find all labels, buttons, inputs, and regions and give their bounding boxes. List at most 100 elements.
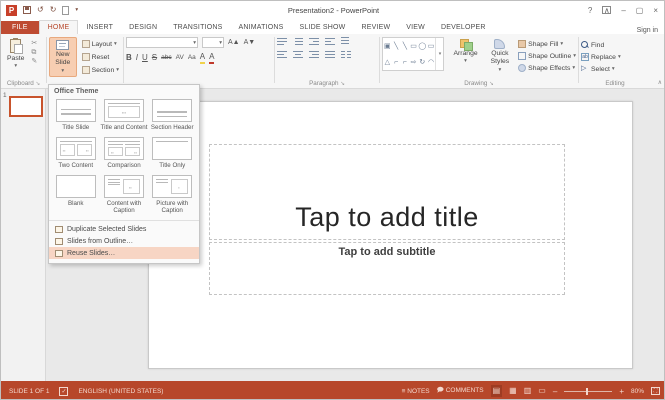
columns-icon[interactable] [341,50,351,58]
shrink-font-icon[interactable]: A▼ [244,38,256,48]
menu-item-slides-from-outline[interactable]: Slides from Outline… [49,235,199,247]
zoom-in-icon[interactable]: + [619,387,624,396]
menu-item-reuse-slides[interactable]: Reuse Slides… [49,247,199,259]
spell-check-icon[interactable]: ✓ [59,386,69,396]
font-name-combo[interactable]: ▾ [126,37,198,48]
title-placeholder[interactable]: Tap to add title [209,144,565,240]
collapse-ribbon-icon[interactable]: ∧ [658,79,662,86]
new-document-icon[interactable] [62,5,70,15]
tab-slide-show[interactable]: SLIDE SHOW [292,21,354,34]
strikethrough-button[interactable]: S [152,53,157,63]
new-slide-button[interactable]: New Slide ▾ [49,37,77,77]
sign-in-link[interactable]: Sign in [637,27,664,34]
bold-button[interactable]: B [126,53,132,63]
ribbon-display-options-icon[interactable]: ∧ [602,6,612,15]
increase-indent-icon[interactable] [325,37,335,45]
shape-block-arrow-icon[interactable]: ⇨ [411,58,417,66]
tab-file[interactable]: FILE [1,21,39,34]
tab-review[interactable]: REVIEW [353,21,398,34]
shape-elbow-connector-icon[interactable]: ⌐ [394,59,398,66]
copy-icon[interactable]: ⧉ [31,49,37,56]
underline-button[interactable]: U [142,53,148,63]
comments-button[interactable]: 🗩 COMMENTS [437,386,484,397]
shape-arc-icon[interactable]: ◠ [428,58,434,66]
font-size-combo[interactable]: ▾ [202,37,224,48]
slide-sorter-view-icon[interactable]: ▦ [509,386,517,396]
align-left-icon[interactable] [277,50,287,58]
customize-qat-icon[interactable]: ▾ [75,5,78,15]
justify-icon[interactable] [325,50,335,58]
shape-gallery-more-icon[interactable]: ▾ [435,38,443,70]
layout-two-content[interactable]: ▪▪ ▪▪ Two Content [52,135,100,173]
notes-button[interactable]: ≡ NOTES [402,388,430,395]
layout-blank[interactable]: Blank [52,173,100,219]
tab-view[interactable]: VIEW [398,21,433,34]
layout-content-with-caption[interactable]: ▪▪ Content with Caption [100,173,149,219]
restore-icon[interactable]: ▢ [636,6,644,15]
arrange-button[interactable]: Arrange ▾ [449,37,481,75]
tab-home[interactable]: HOME [38,20,79,34]
tab-transitions[interactable]: TRANSITIONS [165,21,230,34]
redo-icon[interactable]: ↻ [50,5,57,15]
slide-canvas[interactable]: Tap to add title Tap to add subtitle [148,101,633,369]
tab-insert[interactable]: INSERT [78,21,121,34]
fit-slide-to-window-icon[interactable]: ⛶ [651,387,660,395]
align-center-icon[interactable] [293,50,303,58]
shape-circular-arrow-icon[interactable]: ↻ [419,58,425,66]
subtitle-placeholder[interactable]: Tap to add subtitle [209,242,565,295]
find-button[interactable]: Find [581,40,649,50]
shape-effects-button[interactable]: Shape Effects ▾ [518,63,576,73]
select-button[interactable]: ▷ Select ▾ [581,64,649,74]
bullets-icon[interactable] [277,37,287,45]
cut-icon[interactable]: ✂ [31,40,37,47]
layout-title-only[interactable]: Title Only [148,135,196,173]
layout-picture-with-caption[interactable]: ▪ Picture with Caption [148,173,196,219]
save-icon[interactable] [23,6,31,14]
shape-arrow-icon[interactable]: ╲ [403,42,407,50]
drawing-dialog-launcher[interactable]: ↘ [489,81,494,87]
tab-animations[interactable]: ANIMATIONS [230,21,291,34]
quick-styles-button[interactable]: Quick Styles ▾ [487,37,514,75]
highlight-color-button[interactable]: A [199,52,206,64]
reading-view-icon[interactable]: ▥ [524,386,532,396]
character-spacing-button[interactable]: AV [176,53,184,63]
font-color-button[interactable]: A [209,52,215,64]
shape-rectangle-icon[interactable]: ▭ [410,42,417,50]
shape-fill-button[interactable]: Shape Fill ▾ [518,39,576,49]
italic-button[interactable]: I [136,53,138,63]
shape-curve-icon[interactable]: ⌐ [403,59,407,66]
slide-show-icon[interactable]: ▭ [538,386,546,396]
tab-design[interactable]: DESIGN [121,21,165,34]
layout-title-and-content[interactable]: ▪▪▪ Title and Content [100,97,149,135]
format-painter-icon[interactable]: ✎ [31,58,37,65]
line-spacing-icon[interactable] [341,37,351,45]
align-right-icon[interactable] [309,50,319,58]
layout-section-header[interactable]: Section Header [148,97,196,135]
shape-triangle-icon[interactable]: △ [385,58,390,66]
shape-oval-icon[interactable]: ◯ [418,42,426,50]
decrease-indent-icon[interactable] [309,37,319,45]
slide-thumbnail[interactable] [9,96,43,117]
replace-button[interactable]: ab Replace ▾ [581,52,649,62]
reset-button[interactable]: Reset [80,52,121,62]
clipboard-dialog-launcher[interactable]: ↘ [36,81,41,87]
help-icon[interactable]: ? [588,6,592,15]
grow-font-icon[interactable]: A▲ [228,38,240,48]
shape-gallery[interactable]: ▣ ╲ ╲ ▭ ◯ ▭ △ ⌐ ⌐ ⇨ ↻ ◠ ▾ [382,37,445,71]
language-indicator[interactable]: ENGLISH (UNITED STATES) [78,388,163,395]
close-icon[interactable]: × [653,6,658,15]
shape-textbox-icon[interactable]: ▣ [384,42,391,50]
normal-view-icon[interactable]: ▤ [490,385,503,397]
layout-title-slide[interactable]: Title Slide [52,97,100,135]
layout-button[interactable]: Layout ▾ [80,39,121,49]
menu-item-duplicate-selected-slides[interactable]: Duplicate Selected Slides [49,223,199,235]
undo-icon[interactable]: ↺ [37,5,44,15]
shape-outline-button[interactable]: Shape Outline ▾ [518,51,576,61]
paste-button[interactable]: Paste ▾ [3,37,28,71]
numbering-icon[interactable] [293,37,303,45]
tab-developer[interactable]: DEVELOPER [433,21,494,34]
text-shadow-button[interactable]: abc [161,53,171,63]
minimize-icon[interactable]: – [621,6,625,15]
shape-rounded-rectangle-icon[interactable]: ▭ [428,42,435,50]
section-button[interactable]: Section ▾ [80,65,121,75]
